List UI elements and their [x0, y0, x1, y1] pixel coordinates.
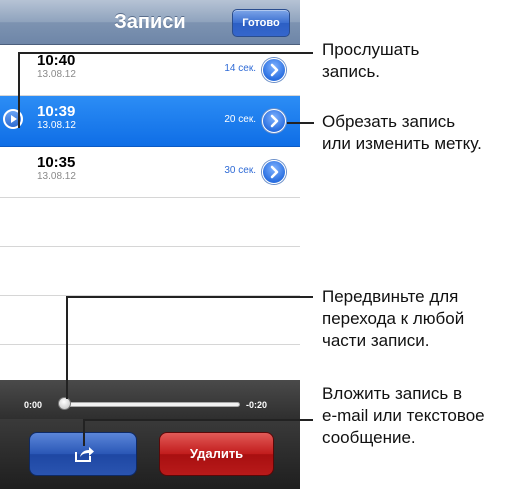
- play-icon[interactable]: [3, 109, 23, 129]
- recording-duration: 14 сек.: [224, 63, 256, 74]
- chevron-right-icon[interactable]: [262, 160, 286, 184]
- scrubber-thumb[interactable]: [58, 397, 71, 410]
- recording-date: 13.08.12: [37, 69, 76, 80]
- recording-time: 10:39: [37, 103, 76, 120]
- callout-text: Прослушать: [322, 40, 420, 59]
- callout-text: части записи.: [322, 331, 430, 350]
- callout-play: Прослушать запись.: [322, 39, 419, 83]
- callout-line: [66, 296, 313, 298]
- callout-text: или изменить метку.: [322, 134, 482, 153]
- share-icon: [75, 447, 94, 462]
- empty-row: [0, 247, 300, 296]
- callout-text: перехода к любой: [322, 309, 465, 328]
- navigation-bar: Записи Готово: [0, 0, 300, 45]
- recording-row-selected[interactable]: 10:39 13.08.12 20 сек.: [0, 96, 300, 147]
- callout-line: [18, 52, 313, 54]
- callout-share: Вложить запись в e-mail или текстовое со…: [322, 383, 485, 449]
- empty-row: [0, 198, 300, 247]
- recording-date: 13.08.12: [37, 171, 76, 182]
- callout-line: [18, 52, 20, 128]
- callout-line: [287, 122, 314, 124]
- remaining-time: -0:20: [246, 400, 268, 410]
- callout-edit: Обрезать запись или изменить метку.: [322, 111, 482, 155]
- recordings-list: 10:40 13.08.12 14 сек. 10:39 13.08.12 20…: [0, 45, 300, 380]
- bottom-toolbar: Удалить: [0, 419, 300, 489]
- callout-text: Обрезать запись: [322, 112, 456, 131]
- done-button[interactable]: Готово: [232, 9, 290, 37]
- playback-scrubber-bar: 0:00 -0:20: [0, 380, 300, 419]
- callout-scrub: Передвиньте для перехода к любой части з…: [322, 286, 464, 352]
- recording-time: 10:40: [37, 52, 76, 69]
- recording-date: 13.08.12: [37, 120, 76, 131]
- empty-row: [0, 296, 300, 345]
- chevron-right-icon[interactable]: [262, 109, 286, 133]
- callout-text: сообщение.: [322, 428, 416, 447]
- callout-text: Передвиньте для: [322, 287, 459, 306]
- elapsed-time: 0:00: [24, 400, 43, 410]
- recording-duration: 20 сек.: [224, 114, 256, 125]
- recording-time: 10:35: [37, 154, 76, 171]
- chevron-right-icon[interactable]: [262, 58, 286, 82]
- recording-duration: 30 сек.: [224, 165, 256, 176]
- callout-line: [83, 419, 85, 446]
- voice-memos-screen: Записи Готово 10:40 13.08.12 14 сек. 10:…: [0, 0, 300, 489]
- recording-row[interactable]: 10:35 13.08.12 30 сек.: [0, 147, 300, 198]
- callout-text: Вложить запись в: [322, 384, 463, 403]
- callout-text: запись.: [322, 62, 381, 81]
- callout-text: e-mail или текстовое: [322, 406, 485, 425]
- callout-line: [66, 296, 68, 399]
- scrubber-track[interactable]: [62, 402, 240, 407]
- delete-button[interactable]: Удалить: [159, 432, 274, 476]
- callout-line: [83, 419, 313, 421]
